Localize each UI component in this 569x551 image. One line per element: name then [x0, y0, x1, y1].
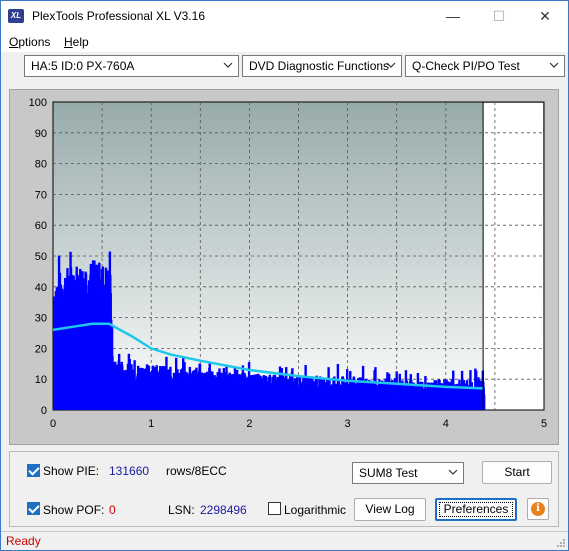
status-text: Ready	[6, 534, 41, 548]
pie-unit: rows/8ECC	[166, 464, 227, 478]
y-tick-label: 80	[35, 159, 47, 171]
status-bar: Ready	[1, 531, 568, 550]
y-tick-label: 70	[35, 189, 47, 201]
x-tick-label: 1	[148, 418, 154, 430]
maximize-button[interactable]: ☐	[476, 1, 522, 32]
app-logo-icon: XL	[8, 9, 24, 23]
sum-test-select-value: SUM8 Test	[359, 466, 418, 480]
menu-bar: Options Help	[1, 32, 568, 52]
y-tick-label: 20	[35, 343, 47, 355]
preferences-button[interactable]: Preferences	[435, 498, 517, 521]
app-window: XL PlexTools Professional XL V3.16 — ☐ ✕…	[0, 0, 569, 551]
x-tick-label: 3	[345, 418, 351, 430]
drive-select[interactable]: HA:5 ID:0 PX-760A	[24, 55, 239, 77]
x-tick-label: 4	[443, 418, 449, 430]
lsn-value: 2298496	[200, 503, 247, 517]
title-bar: XL PlexTools Professional XL V3.16 — ☐ ✕	[1, 1, 568, 32]
window-title: PlexTools Professional XL V3.16	[32, 9, 205, 23]
y-tick-label: 0	[41, 405, 47, 417]
x-tick-label: 5	[541, 418, 547, 430]
pie-value: 131660	[109, 464, 150, 478]
sum-test-select[interactable]: SUM8 Test	[352, 462, 464, 484]
pi-po-chart: 0 10 20 30 40 50 60 70 80 90 100 0 1 2 3 4 5	[29, 97, 547, 430]
y-tick-label: 10	[35, 374, 47, 386]
resize-grip-icon[interactable]	[556, 538, 566, 548]
show-pof-checkbox[interactable]	[27, 502, 40, 515]
info-icon: i	[531, 502, 545, 516]
chart-panel: 0 10 20 30 40 50 60 70 80 90 100 0 1 2 3 4 5	[9, 89, 559, 445]
lsn-label: LSN:	[168, 503, 195, 517]
y-tick-label: 100	[29, 97, 47, 109]
logarithmic-checkbox[interactable]	[268, 502, 281, 515]
view-log-button[interactable]: View Log	[354, 498, 426, 521]
control-panel: Show PIE: 131660 rows/8ECC Show POF: 0 L…	[9, 451, 559, 527]
function-select-value: DVD Diagnostic Functions	[249, 59, 390, 73]
chevron-down-icon	[448, 469, 458, 475]
menu-help[interactable]: Help	[64, 35, 89, 49]
show-pof-label: Show POF:	[43, 503, 105, 517]
info-button[interactable]: i	[527, 498, 549, 520]
y-tick-label: 50	[35, 251, 47, 263]
logarithmic-label: Logarithmic	[284, 503, 347, 517]
chevron-down-icon	[223, 62, 233, 68]
view-log-button-label: View Log	[365, 502, 415, 516]
drive-select-value: HA:5 ID:0 PX-760A	[31, 59, 135, 73]
x-tick-label: 0	[50, 418, 56, 430]
y-tick-label: 60	[35, 220, 47, 232]
test-select[interactable]: Q-Check PI/PO Test	[405, 55, 565, 77]
x-tick-label: 2	[246, 418, 252, 430]
menu-options[interactable]: Options	[9, 35, 50, 49]
pof-value: 0	[109, 503, 116, 517]
y-tick-label: 30	[35, 313, 47, 325]
close-button[interactable]: ✕	[522, 1, 568, 32]
test-select-value: Q-Check PI/PO Test	[412, 59, 520, 73]
show-pie-checkbox[interactable]	[27, 464, 40, 477]
y-tick-label: 40	[35, 282, 47, 294]
start-button-label: Start	[504, 465, 530, 479]
function-select[interactable]: DVD Diagnostic Functions	[242, 55, 402, 77]
chevron-down-icon	[386, 62, 396, 68]
minimize-button[interactable]: —	[430, 1, 476, 32]
chevron-down-icon	[549, 62, 559, 68]
show-pie-label: Show PIE:	[43, 464, 100, 478]
y-tick-label: 90	[35, 128, 47, 140]
start-button[interactable]: Start	[482, 461, 552, 484]
